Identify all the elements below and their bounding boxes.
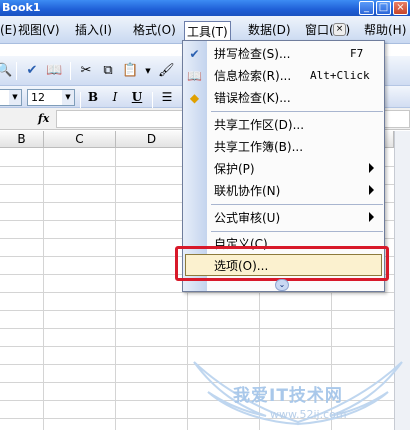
menu-view[interactable]: 视图(V) bbox=[16, 22, 62, 39]
font-name-combo[interactable]: ▼ bbox=[0, 89, 22, 106]
menu-item-protection[interactable]: 保护(P) bbox=[183, 158, 384, 180]
menu-item-label: 共享工作簿(B)... bbox=[214, 140, 304, 154]
watermark-text: 我爱IT技术网 bbox=[233, 386, 343, 406]
spelling-icon: ✔ bbox=[189, 47, 200, 61]
menu-item-label: 保护(P) bbox=[214, 162, 255, 176]
paste-dropdown-icon[interactable]: ▼ bbox=[140, 63, 156, 79]
menu-separator bbox=[211, 204, 383, 205]
menu-separator bbox=[211, 111, 383, 112]
copy-icon[interactable]: ⧉ bbox=[100, 63, 116, 79]
close-window-button[interactable]: × bbox=[393, 1, 408, 15]
toolbar-separator bbox=[16, 62, 17, 80]
watermark-url: www.52ij.com bbox=[270, 408, 347, 421]
underline-button[interactable]: U bbox=[128, 89, 146, 106]
submenu-arrow-icon bbox=[369, 212, 374, 222]
grid-line bbox=[115, 148, 116, 430]
grid-line bbox=[0, 310, 394, 311]
window-menu-close-icon[interactable]: × bbox=[333, 23, 346, 36]
menu-insert[interactable]: 插入(I) bbox=[73, 22, 114, 39]
research-icon[interactable]: 📖 bbox=[46, 63, 62, 79]
menu-format[interactable]: 格式(O) bbox=[131, 22, 178, 39]
italic-button[interactable]: I bbox=[106, 89, 124, 106]
minimize-button[interactable]: _ bbox=[359, 1, 374, 15]
menu-item-label: 错误检查(K)... bbox=[214, 91, 291, 105]
menu-item-label: 共享工作区(D)... bbox=[214, 118, 305, 132]
menu-item-spelling[interactable]: ✔ 拼写检查(S)... F7 bbox=[183, 43, 384, 65]
format-painter-icon[interactable]: 🖌 bbox=[158, 63, 175, 79]
menu-help[interactable]: 帮助(H) bbox=[362, 22, 408, 39]
maximize-button[interactable]: □ bbox=[376, 1, 391, 15]
insert-function-button[interactable]: fx bbox=[38, 112, 49, 125]
submenu-arrow-icon bbox=[369, 163, 374, 173]
paste-icon[interactable]: 📋 bbox=[122, 63, 138, 79]
research-icon: 📖 bbox=[187, 69, 202, 83]
bold-button[interactable]: B bbox=[84, 89, 102, 106]
highlight-annotation-box bbox=[175, 246, 389, 281]
menu-item-online-collaboration[interactable]: 联机协作(N) bbox=[183, 180, 384, 202]
menu-item-share-workbook[interactable]: 共享工作簿(B)... bbox=[183, 136, 384, 158]
align-left-icon[interactable]: ☰ bbox=[158, 89, 176, 106]
print-preview-icon[interactable]: 🔍 bbox=[0, 63, 12, 79]
warning-icon: ◆ bbox=[189, 91, 200, 105]
submenu-arrow-icon bbox=[369, 185, 374, 195]
menu-separator bbox=[211, 231, 383, 232]
grid-line bbox=[0, 328, 394, 329]
column-header-d[interactable]: D bbox=[116, 131, 188, 148]
font-size-combo[interactable]: 12 ▼ bbox=[27, 89, 75, 106]
menu-item-shortcut: F7 bbox=[350, 47, 364, 60]
font-size-value: 12 bbox=[31, 91, 45, 104]
menu-item-label: 拼写检查(S)... bbox=[214, 47, 291, 61]
menu-item-label: 联机协作(N) bbox=[214, 184, 281, 198]
menu-data[interactable]: 数据(D) bbox=[246, 22, 293, 39]
window-title: Book1 bbox=[2, 1, 41, 14]
menu-item-label: 公式审核(U) bbox=[214, 211, 281, 225]
menu-item-error-checking[interactable]: ◆ 错误检查(K)... bbox=[183, 87, 384, 109]
menu-item-research[interactable]: 📖 信息检索(R)... Alt+Click bbox=[183, 65, 384, 87]
toolbar-separator bbox=[70, 62, 71, 80]
title-bar: Book1 _ □ × bbox=[0, 0, 410, 16]
menu-item-shared-workspace[interactable]: 共享工作区(D)... bbox=[183, 114, 384, 136]
expand-menu-chevron-icon[interactable]: ⌄ bbox=[275, 279, 289, 291]
grid-line bbox=[0, 346, 394, 347]
cut-icon[interactable]: ✂ bbox=[78, 63, 94, 79]
menu-item-formula-auditing[interactable]: 公式审核(U) bbox=[183, 207, 384, 229]
menu-item-shortcut: Alt+Click bbox=[310, 69, 370, 82]
chevron-down-icon: ▼ bbox=[62, 90, 74, 105]
chevron-down-icon: ▼ bbox=[9, 90, 21, 105]
spelling-icon[interactable]: ✔ bbox=[24, 63, 40, 79]
grid-line bbox=[0, 292, 394, 293]
grid-line bbox=[43, 148, 44, 430]
column-header-b[interactable]: B bbox=[0, 131, 44, 148]
menu-item-label: 信息检索(R)... bbox=[214, 69, 292, 83]
column-header-c[interactable]: C bbox=[44, 131, 116, 148]
